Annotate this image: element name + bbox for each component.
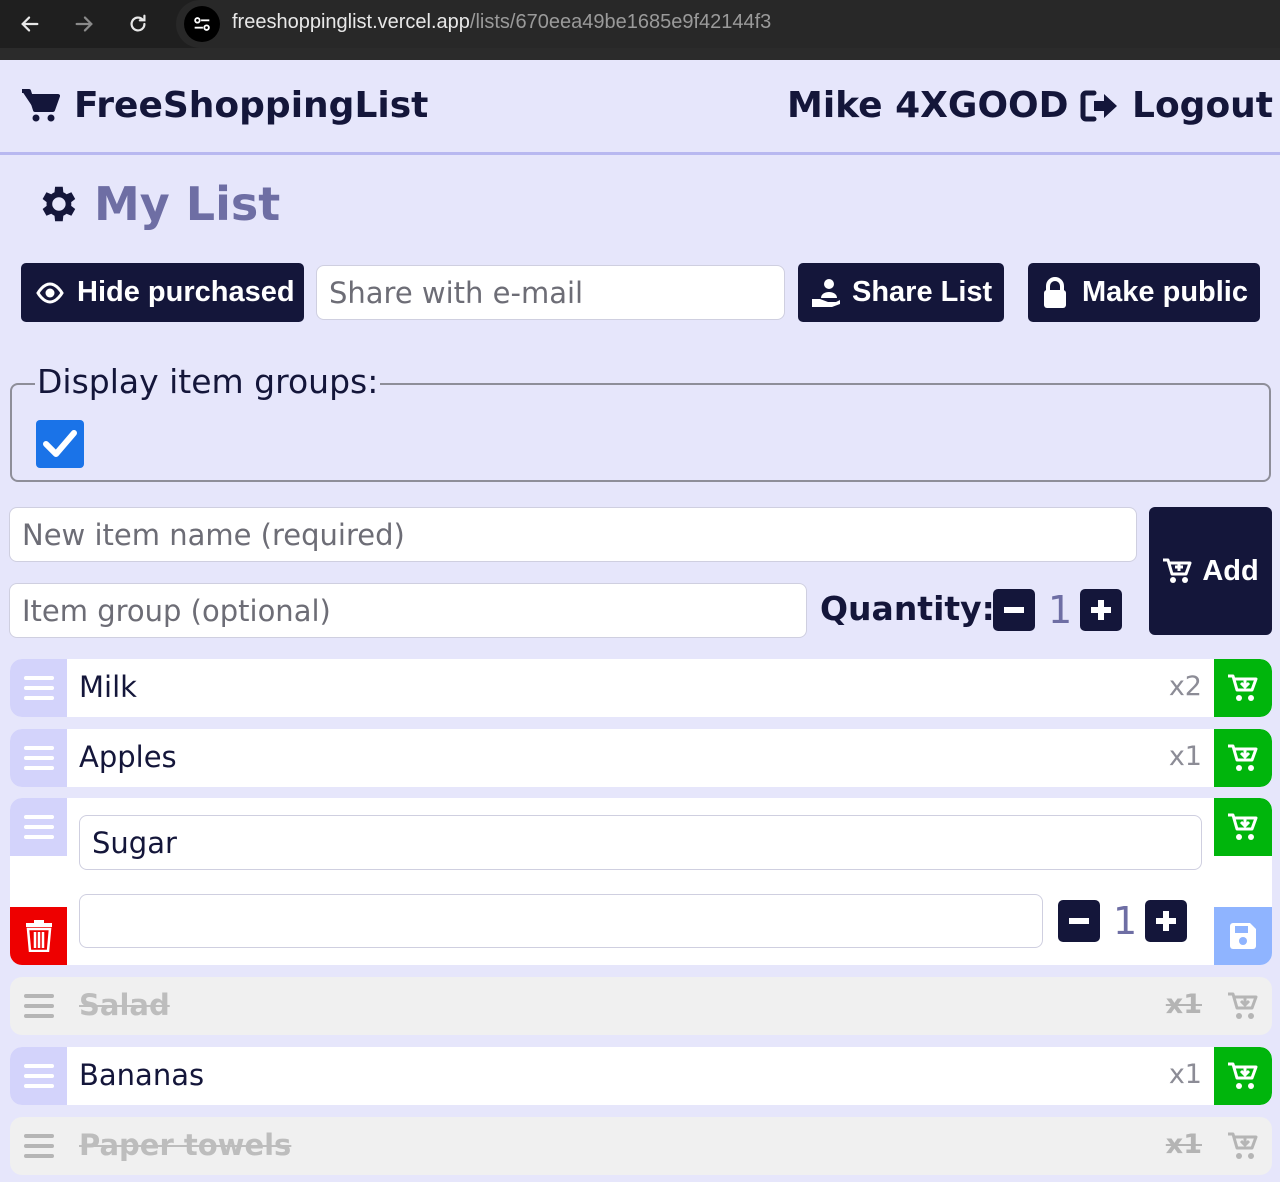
drag-handle[interactable] [10,729,67,787]
plus-icon [1091,600,1111,620]
make-public-button[interactable]: Make public [1028,263,1260,322]
item-name[interactable]: Milk [79,659,137,715]
item-groups-legend: Display item groups: [35,362,381,402]
url-host: freeshoppinglist.vercel.app [232,11,470,33]
url-path: /lists/670eea49be1685e9f42144f3 [469,11,772,33]
site-info-button[interactable] [184,6,220,42]
drag-handle[interactable] [10,659,67,717]
item-group-input[interactable] [9,583,807,638]
bars-icon [23,1134,54,1158]
list-item[interactable]: Apples x1 [10,729,1272,787]
new-item-name-input[interactable] [9,507,1137,562]
logout-button[interactable]: Logout [1080,86,1273,126]
make-public-label: Make public [1082,276,1248,308]
share-list-button[interactable]: Share List [798,263,1004,322]
display-groups-checkbox[interactable] [36,420,84,468]
delete-item-button[interactable] [10,907,67,965]
list-item[interactable]: Milk x2 [10,659,1272,717]
bars-icon [23,746,54,770]
forward-button[interactable] [68,8,100,40]
cart-arrow-down-icon [1228,813,1258,840]
item-name[interactable]: Paper towels [79,1117,291,1173]
logout-label: Logout [1132,85,1274,126]
plus-icon [1156,911,1176,931]
user-name: Mike 4XGOOD [787,85,1069,126]
floppy-disk-icon [1230,923,1256,949]
list-item-editing: 1 [10,798,1272,965]
unmark-purchased-button[interactable] [1214,977,1272,1035]
item-name[interactable]: Apples [79,729,177,785]
quantity-increase-button[interactable] [1080,589,1122,631]
app-header: FreeShoppingList Mike 4XGOOD Logout [0,60,1280,155]
hide-purchased-label: Hide purchased [77,276,295,308]
brand-link[interactable]: FreeShoppingList [22,86,428,126]
edit-quantity-value: 1 [1113,899,1138,943]
mark-purchased-button[interactable] [1214,798,1272,856]
list-item-purchased[interactable]: Salad x1 [10,977,1272,1035]
share-list-label: Share List [852,276,993,308]
browser-chrome: freeshoppinglist.vercel.app/lists/670eea… [0,0,1280,60]
bars-icon [23,815,54,839]
edit-quantity-increase-button[interactable] [1145,900,1187,942]
minus-icon [1069,918,1089,924]
add-item-button[interactable]: Add [1149,507,1272,635]
edit-item-name-input[interactable] [79,815,1202,870]
cart-arrow-down-icon [1228,1062,1258,1089]
cart-arrow-down-icon [1228,744,1258,771]
bars-icon [23,676,54,700]
mark-purchased-button[interactable] [1214,729,1272,787]
reload-button[interactable] [122,8,154,40]
reload-icon [130,14,146,32]
cart-plus-icon [1163,558,1192,583]
lock-icon [1044,276,1066,308]
hand-holding-user-icon [812,278,840,307]
arrow-right-icon [75,16,93,32]
back-button[interactable] [14,8,46,40]
item-quantity: x1 [1168,741,1202,772]
drag-handle[interactable] [10,977,67,1035]
mark-purchased-button[interactable] [1214,1047,1272,1105]
item-quantity: x1 [1165,989,1202,1020]
tune-icon [194,17,210,31]
save-item-button[interactable] [1214,907,1272,965]
list-item-purchased[interactable]: Paper towels x1 [10,1117,1272,1175]
item-name[interactable]: Salad [79,977,170,1033]
bars-icon [23,1064,54,1088]
add-item-label: Add [1202,554,1259,587]
edit-item-group-input[interactable] [79,894,1043,948]
quantity-value: 1 [1048,588,1073,632]
eye-icon [36,281,64,304]
brand-name: FreeShoppingList [74,85,429,126]
edit-quantity-decrease-button[interactable] [1058,900,1100,942]
cart-arrow-down-icon [1228,674,1258,701]
gear-icon[interactable] [34,181,80,227]
quantity-label: Quantity: [820,589,995,628]
page-title-row: My List [34,178,280,230]
trash-icon [25,920,52,952]
item-name[interactable]: Bananas [79,1047,204,1103]
item-quantity: x1 [1168,1059,1202,1090]
hide-purchased-button[interactable]: Hide purchased [21,263,304,322]
logout-icon [1080,90,1117,122]
mark-purchased-button[interactable] [1214,659,1272,717]
drag-handle[interactable] [10,798,67,856]
minus-icon [1004,607,1024,613]
share-email-input[interactable] [316,265,785,320]
shopping-cart-icon [22,89,60,122]
item-quantity: x1 [1165,1129,1202,1160]
bars-icon [23,994,54,1018]
url-text[interactable]: freeshoppinglist.vercel.app/lists/670eea… [232,11,771,34]
cart-arrow-down-icon [1228,1132,1258,1159]
quantity-decrease-button[interactable] [993,589,1035,631]
arrow-left-icon [21,16,39,32]
drag-handle[interactable] [10,1047,67,1105]
item-quantity: x2 [1168,671,1202,702]
list-item[interactable]: Bananas x1 [10,1047,1272,1105]
page-title: My List [94,177,281,231]
drag-handle[interactable] [10,1117,67,1175]
cart-arrow-down-icon [1228,992,1258,1019]
check-icon [43,430,77,457]
unmark-purchased-button[interactable] [1214,1117,1272,1175]
